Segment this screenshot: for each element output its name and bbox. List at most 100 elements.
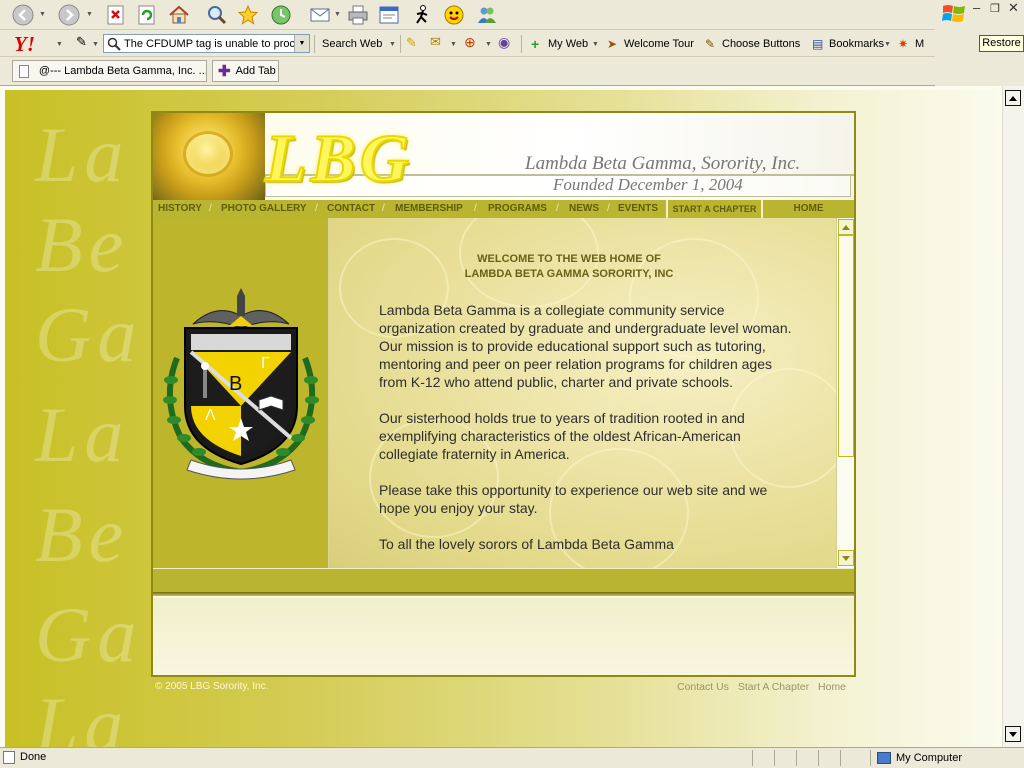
choose-buttons-button[interactable]: ✎ Choose Buttons: [705, 35, 800, 53]
nav-membership[interactable]: MEMBERSHIP: [395, 200, 463, 218]
nav-programs[interactable]: PROGRAMS: [488, 200, 547, 218]
restore-button[interactable]: ❐: [990, 2, 1000, 15]
nav-separator: /: [315, 203, 318, 214]
nav-separator: /: [607, 203, 610, 214]
nav-events[interactable]: EVENTS: [618, 200, 658, 218]
mail-button[interactable]: [307, 3, 333, 27]
nav-history[interactable]: HISTORY: [158, 200, 202, 218]
mail-icon: [310, 8, 330, 22]
watermark-decoration: La: [35, 111, 130, 198]
lbg-logo: LBG: [264, 119, 413, 197]
search-combo-value: The CFDUMP tag is unable to proc: [124, 37, 295, 50]
refresh-button[interactable]: [134, 3, 160, 27]
welcome-text-block: WELCOME TO THE WEB HOME OF LAMBDA BETA G…: [379, 252, 799, 553]
page-status-icon: [3, 751, 15, 764]
search-web-button[interactable]: Search Web: [322, 35, 382, 53]
favorites-button[interactable]: [235, 3, 261, 27]
home-icon: [169, 5, 189, 24]
print-button[interactable]: [345, 3, 371, 27]
more-label: M: [915, 38, 925, 50]
welcome-tour-label: Welcome Tour: [624, 38, 694, 50]
security-zone[interactable]: My Computer: [870, 750, 1024, 766]
search-web-dropdown-icon[interactable]: ▼: [389, 41, 396, 48]
search-combo[interactable]: The CFDUMP tag is unable to proc ▼: [103, 34, 310, 53]
computer-icon: [877, 752, 891, 764]
content-scroll-down-button[interactable]: [838, 550, 854, 566]
windows-logo-icon: [942, 5, 965, 22]
welcome-tour-button[interactable]: ➤ Welcome Tour: [607, 35, 694, 53]
minimize-button[interactable]: –: [973, 0, 980, 15]
tab-bar: @--- Lambda Beta Gamma, Inc. ... ✚ Add T…: [0, 57, 935, 86]
footer-link-start-a-chapter[interactable]: Start A Chapter: [738, 681, 809, 693]
page-scroll-down-button[interactable]: [1005, 726, 1021, 742]
copyright-text: © 2005 LBG Sorority, Inc.: [155, 681, 269, 692]
main-navigation: HISTORY / PHOTO GALLERY / CONTACT / MEMB…: [153, 200, 854, 218]
more-button[interactable]: ✷ M: [898, 35, 924, 53]
mail-envelope-icon[interactable]: ✉: [430, 34, 441, 50]
back-button[interactable]: [10, 3, 36, 27]
search-button[interactable]: [204, 3, 230, 27]
aim-button[interactable]: [409, 3, 435, 27]
welcome-content: WELCOME TO THE WEB HOME OF LAMBDA BETA G…: [329, 218, 836, 568]
highlight-icon[interactable]: ✎: [406, 35, 417, 51]
add-tab-label: Add Tab: [235, 65, 276, 77]
music-icon[interactable]: ◉: [498, 34, 510, 51]
magnifier-icon: [107, 37, 121, 51]
triangle-up-icon: [1009, 95, 1017, 101]
welcome-heading-line1: WELCOME TO THE WEB HOME OF: [477, 253, 661, 265]
footer-band: [153, 568, 854, 592]
my-web-dropdown-icon[interactable]: ▼: [592, 41, 599, 48]
mail-dropdown-icon[interactable]: ▼: [334, 11, 341, 18]
toolbar-separator: [400, 35, 401, 53]
add-tab-plus-icon: ✚: [218, 63, 231, 80]
messenger-button[interactable]: [441, 3, 467, 27]
close-button[interactable]: ✕: [1008, 0, 1019, 16]
bookmarks-dropdown-icon[interactable]: ▼: [884, 41, 891, 48]
home-button[interactable]: [166, 3, 192, 27]
bookmarks-button[interactable]: ▤ Bookmarks: [812, 35, 884, 53]
pencil-icon[interactable]: ✎: [76, 34, 87, 50]
page-scroll-up-button[interactable]: [1005, 90, 1021, 106]
footer-link-contact-us[interactable]: Contact Us: [677, 681, 729, 693]
nav-start-a-chapter[interactable]: START A CHAPTER: [666, 200, 761, 218]
crest-beta: B: [229, 373, 242, 395]
nav-contact[interactable]: CONTACT: [327, 200, 375, 218]
nav-separator: /: [382, 203, 385, 214]
toolbar-separator: [521, 35, 522, 53]
tab-lbg[interactable]: @--- Lambda Beta Gamma, Inc. ...: [12, 60, 207, 82]
status-pane: [818, 750, 840, 766]
site-tagline: Lambda Beta Gamma, Sorority, Inc.: [525, 153, 801, 174]
stop-button[interactable]: [103, 3, 129, 27]
my-web-button[interactable]: + My Web: [531, 35, 588, 53]
content-scrollbar[interactable]: [836, 218, 854, 568]
history-button[interactable]: [268, 3, 294, 27]
forward-button[interactable]: [56, 3, 82, 27]
antispy-icon[interactable]: ⊕: [464, 34, 476, 51]
nav-photo-gallery[interactable]: PHOTO GALLERY: [221, 200, 307, 218]
search-combo-arrow-icon[interactable]: ▼: [294, 35, 309, 52]
mail-envelope-dropdown-icon[interactable]: ▼: [450, 41, 457, 48]
add-tab-button[interactable]: ✚ Add Tab: [212, 60, 279, 82]
yahoo-dropdown-icon[interactable]: ▼: [56, 41, 63, 48]
watermark-decoration: Ga: [35, 291, 143, 378]
status-pane: [796, 750, 818, 766]
antispy-dropdown-icon[interactable]: ▼: [485, 41, 492, 48]
nav-news[interactable]: NEWS: [569, 200, 599, 218]
content-scroll-thumb[interactable]: [838, 235, 854, 457]
status-pane: [840, 750, 870, 766]
edit-button[interactable]: [376, 3, 402, 27]
footer-link-home[interactable]: Home: [818, 681, 846, 693]
page-scrollbar[interactable]: [1002, 86, 1024, 747]
my-web-label: My Web: [548, 38, 589, 50]
pencil-dropdown-icon[interactable]: ▼: [92, 41, 99, 48]
yahoo-logo-icon[interactable]: Y!: [14, 32, 35, 57]
contacts-button[interactable]: [474, 3, 500, 27]
crest-sidebar: B Λ Γ: [153, 218, 329, 568]
printer-icon: [348, 5, 368, 25]
forward-dropdown-icon[interactable]: ▼: [86, 11, 93, 18]
yellow-rose-image: [153, 113, 265, 200]
nav-home[interactable]: HOME: [761, 200, 854, 218]
back-dropdown-icon[interactable]: ▼: [39, 11, 46, 18]
content-scroll-up-button[interactable]: [838, 219, 854, 235]
standard-toolbar: ▼ ▼ ▼: [0, 0, 935, 30]
